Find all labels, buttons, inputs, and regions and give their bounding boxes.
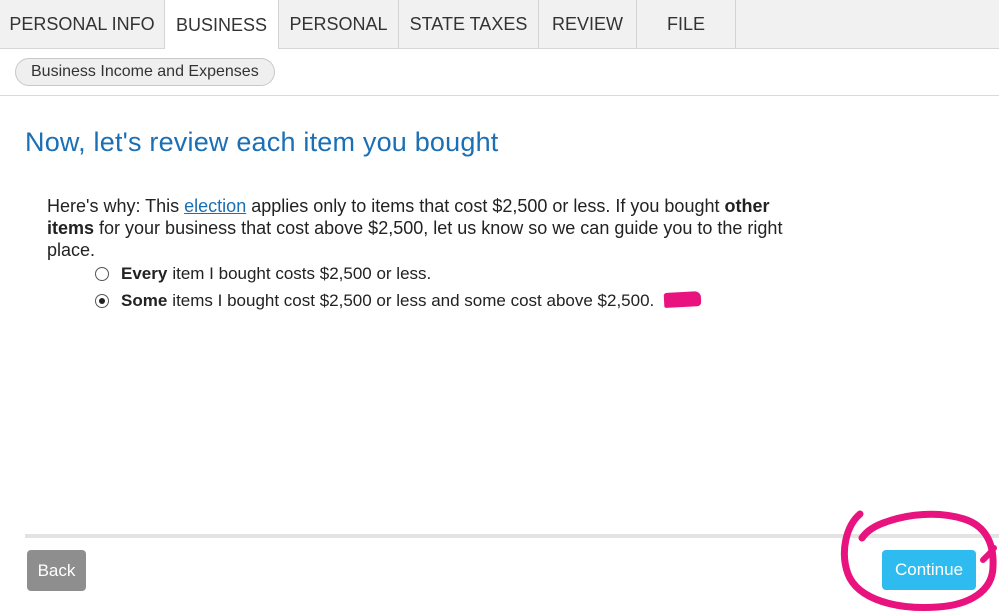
back-button[interactable]: Back — [27, 550, 86, 591]
footer-divider — [25, 534, 999, 538]
tax-interview-page: PERSONAL INFO BUSINESS PERSONAL STATE TA… — [0, 0, 999, 613]
explanation-part-3: for your business that cost above $2,500… — [47, 218, 783, 260]
radio-every-item[interactable] — [95, 267, 109, 281]
option-every-text: item I bought costs $2,500 or less. — [172, 264, 432, 283]
tab-file[interactable]: FILE — [637, 0, 736, 49]
election-link[interactable]: election — [184, 196, 246, 216]
option-some-items[interactable]: Some items I bought cost $2,500 or less … — [95, 291, 654, 311]
option-some-text: items I bought cost $2,500 or less and s… — [172, 291, 655, 310]
option-every-item[interactable]: Every item I bought costs $2,500 or less… — [95, 264, 431, 284]
top-nav-tabs: PERSONAL INFO BUSINESS PERSONAL STATE TA… — [0, 0, 999, 50]
tab-personal-info[interactable]: PERSONAL INFO — [0, 0, 165, 49]
breadcrumb-business-income[interactable]: Business Income and Expenses — [15, 58, 275, 86]
breadcrumb-bar: Business Income and Expenses — [0, 49, 999, 96]
explanation-part-1: Here's why: This — [47, 196, 185, 216]
page-title: Now, let's review each item you bought — [25, 127, 499, 157]
radio-some-items[interactable] — [95, 294, 109, 308]
tab-state-taxes[interactable]: STATE TAXES — [399, 0, 539, 49]
option-some-bold: Some — [121, 291, 168, 310]
highlight-marker — [663, 291, 702, 308]
continue-button[interactable]: Continue — [882, 550, 976, 590]
explanation-text: Here's why: This election applies only t… — [47, 195, 807, 261]
tab-business[interactable]: BUSINESS — [165, 0, 279, 50]
explanation-part-2: applies only to items that cost $2,500 o… — [246, 196, 725, 216]
option-every-bold: Every — [121, 264, 168, 283]
tab-personal[interactable]: PERSONAL — [279, 0, 399, 49]
tab-review[interactable]: REVIEW — [539, 0, 637, 49]
